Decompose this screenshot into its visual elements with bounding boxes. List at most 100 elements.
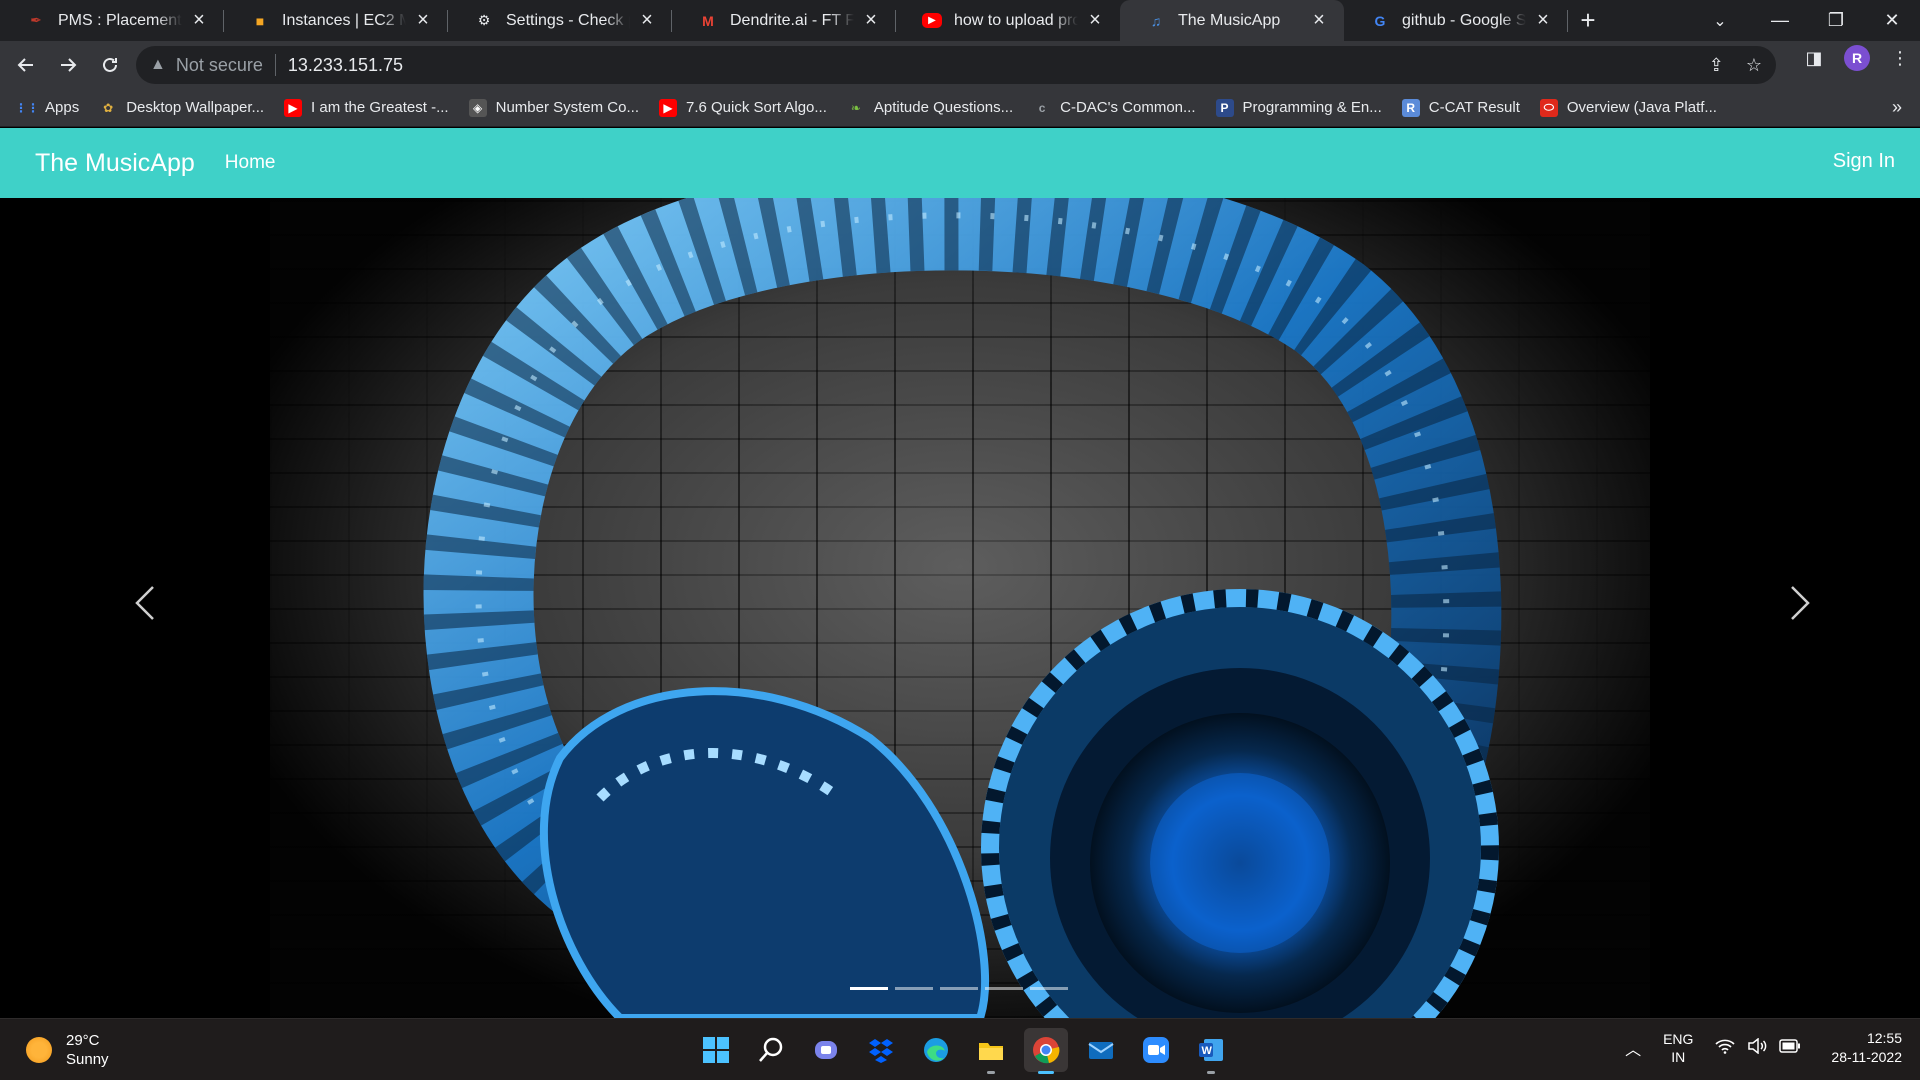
site-brand[interactable]: The MusicApp [35,149,195,178]
bookmark-item[interactable]: c C-DAC's Common... [1033,99,1196,117]
bookmark-label: Programming & En... [1242,99,1382,116]
tab-search-icon[interactable]: ⌄ [1700,0,1740,41]
new-tab-button[interactable]: + [1568,0,1608,41]
side-panel-icon[interactable]: ◨ [1802,48,1826,69]
carousel-indicator-2[interactable] [895,987,933,990]
tab-6[interactable]: Ggithub - Google Searc × [1344,0,1568,41]
back-arrow-icon [17,58,33,72]
tab-close-icon[interactable]: × [1532,9,1554,32]
bookmark-item[interactable]: ❧ Aptitude Questions... [847,99,1013,117]
tab-title: Dendrite.ai - FT Fronte [730,11,854,29]
tab-3[interactable]: M Dendrite.ai - FT Fronte × [672,0,896,41]
bookmark-label: C-CAT Result [1428,99,1520,116]
reload-button[interactable] [90,45,130,85]
url-text[interactable]: 13.233.151.75 [288,55,403,76]
svg-text:W: W [1202,1045,1213,1057]
tab-title: github - Google Searc [1402,11,1526,29]
carousel-indicator-3[interactable] [940,987,978,990]
mail-icon[interactable] [1079,1028,1123,1072]
chevron-up-icon[interactable]: ︿ [1625,1036,1641,1060]
carousel-indicator-4[interactable] [985,987,1023,990]
bookmark-label: Aptitude Questions... [873,99,1014,116]
warning-icon[interactable]: ▲ [150,56,166,74]
bookmarks-bar: ⋮⋮ Apps ✿ Desktop Wallpaper... ▶ I am the Gre… [0,89,1920,127]
carousel-indicator-1[interactable] [850,987,888,990]
restore-button[interactable]: ❐ [1808,0,1864,41]
search-icon[interactable] [749,1028,793,1072]
teams-chat-icon[interactable] [804,1028,848,1072]
back-button[interactable] [6,45,46,85]
tab-0[interactable]: ✒ PMS : Placement Deta × [0,0,224,41]
browser-toolbar: ▲ Not secure 13.233.151.75 ⇪ ☆ ◨ R ⋮ [0,41,1920,89]
bookmark-item[interactable]: ⋮⋮ Apps [15,99,80,117]
tab-1[interactable]: ■ Instances | EC2 Manag × [224,0,448,41]
word-icon[interactable]: W [1189,1028,1233,1074]
carousel-next-button[interactable] [1770,568,1830,638]
ccat-icon: c [1038,100,1046,115]
language-indicator[interactable]: ENG IN [1663,1030,1693,1066]
security-status[interactable]: Not secure [176,55,263,76]
reload-icon [103,57,117,72]
tab-close-icon[interactable]: × [188,9,210,32]
bookmark-label: Apps [45,99,80,116]
carousel-indicator-5[interactable] [1030,987,1068,990]
volume-icon[interactable] [1747,1036,1767,1059]
youtube-icon: ▶ [922,13,942,28]
window-controls: — ❐ ✕ [1752,0,1920,41]
weather-text: 29°C Sunny [66,1031,109,1069]
weather-desc: Sunny [66,1051,109,1068]
bookmark-item[interactable]: P Programming & En... [1215,98,1382,117]
tab-close-icon[interactable]: × [1084,9,1106,32]
tab-close-icon[interactable]: × [636,9,658,32]
bookmark-label: 7.6 Quick Sort Algo... [685,99,827,116]
chevron-left-icon [135,586,154,620]
profile-avatar[interactable]: R [1844,45,1870,71]
share-icon[interactable]: ⇪ [1709,55,1724,76]
tab-close-icon[interactable]: × [1308,9,1330,32]
zoom-icon[interactable] [1134,1028,1178,1072]
wifi-icon[interactable] [1715,1038,1735,1059]
bookmark-item[interactable]: ✿ Desktop Wallpaper... [99,99,264,117]
taskbar-apps: W [694,1028,1233,1074]
sign-in-link[interactable]: Sign In [1833,150,1895,173]
bookmark-item[interactable]: ⬭ Overview (Java Platf... [1539,98,1717,117]
windows-start-icon[interactable] [694,1028,738,1072]
tab-2[interactable]: ⚙ Settings - Check passw × [448,0,672,41]
aws-box-icon: ■ [255,12,265,29]
address-bar[interactable]: ▲ Not secure 13.233.151.75 ⇪ ☆ [136,46,1776,84]
tab-4[interactable]: ▶ how to upload projec × [896,0,1120,41]
music-note-icon: ♫ [1150,12,1162,29]
bookmark-item[interactable]: R C-CAT Result [1401,98,1520,117]
tab-list: ✒ PMS : Placement Deta × ■ Instances | EC2 M… [0,0,1568,41]
address-divider [274,54,276,76]
more-bookmarks-icon[interactable]: » [1892,97,1902,118]
bookmark-star-icon[interactable]: ☆ [1746,55,1762,76]
forward-button[interactable] [48,45,88,85]
number-system-icon: ◈ [468,98,487,117]
bookmark-item[interactable]: ▶ 7.6 Quick Sort Algo... [658,98,827,117]
nav-home-link[interactable]: Home [225,152,276,174]
bookmark-list: ⋮⋮ Apps ✿ Desktop Wallpaper... ▶ I am the Gre… [15,98,1737,117]
file-explorer-icon[interactable] [969,1028,1013,1074]
pms-icon: ✒ [30,12,42,28]
tab-5[interactable]: ♫ The MusicApp × [1120,0,1344,41]
tab-close-icon[interactable]: × [860,9,882,32]
browser-tab-strip: ✒ PMS : Placement Deta × ■ Instances | EC2 M… [0,0,1920,41]
web-page: The MusicApp Home Sign In [0,128,1920,1018]
edge-icon[interactable] [914,1028,958,1072]
carousel-prev-button[interactable] [115,568,175,638]
bookmark-item[interactable]: ▶ I am the Greatest -... [284,98,449,117]
close-window-button[interactable]: ✕ [1864,0,1920,41]
clock[interactable]: 12:55 28-11-2022 [1831,1029,1902,1067]
minimize-button[interactable]: — [1752,0,1808,41]
windows-taskbar: 29°C Sunny W ︿ ENG IN 12:55 28-11-2022 [0,1018,1920,1080]
chrome-icon[interactable] [1024,1028,1068,1074]
site-navbar: The MusicApp Home Sign In [0,128,1920,198]
bookmark-item[interactable]: ◈ Number System Co... [468,98,639,117]
sun-icon [26,1037,52,1063]
tab-close-icon[interactable]: × [412,9,434,32]
battery-icon[interactable] [1779,1038,1801,1058]
weather-widget[interactable]: 29°C Sunny [26,1031,109,1069]
dropbox-icon[interactable] [859,1028,903,1072]
kebab-menu-icon[interactable]: ⋮ [1888,48,1912,69]
